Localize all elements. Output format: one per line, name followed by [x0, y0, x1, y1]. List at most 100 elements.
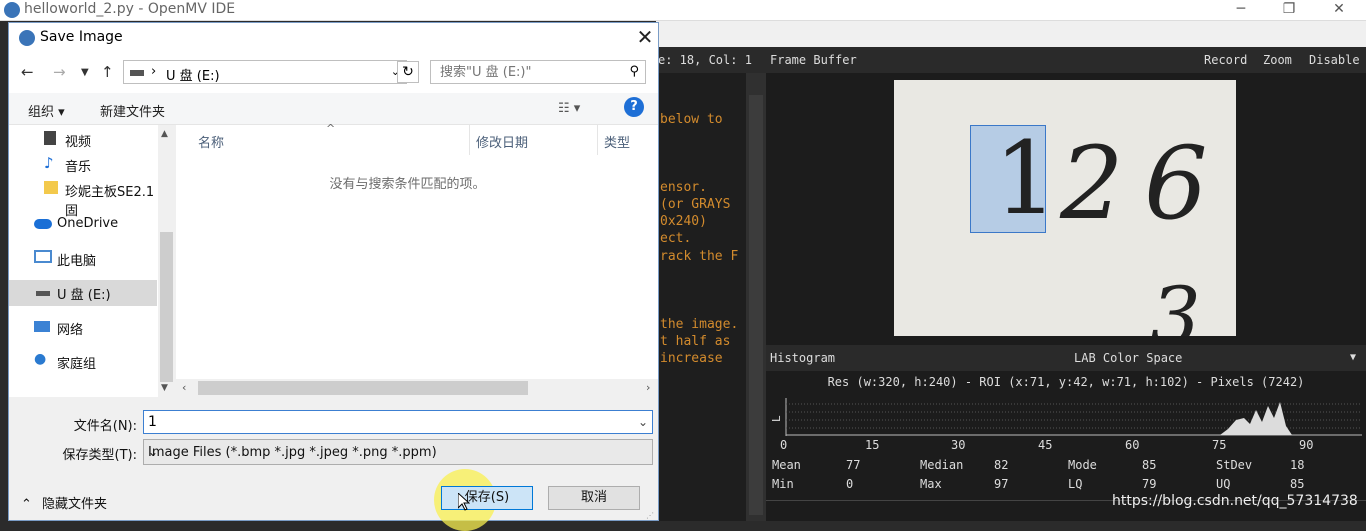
frame-buffer-header: Frame Buffer Record Zoom Disable: [766, 47, 1366, 73]
watermark-text: https://blog.csdn.net/qq_57314738: [1112, 493, 1358, 509]
histogram-title: Histogram: [770, 351, 836, 365]
stat-value: 85: [1290, 477, 1305, 491]
search-input[interactable]: [431, 61, 621, 83]
homegroup-icon: ●: [34, 351, 47, 367]
stat-value: 97: [994, 477, 1009, 491]
digit-text: 6: [1144, 125, 1208, 242]
stat-label: Mode: [1068, 458, 1097, 472]
axis-tick: 60: [1125, 438, 1140, 452]
openmv-logo-icon: [19, 30, 35, 46]
chevron-down-icon[interactable]: ⌄: [148, 445, 648, 459]
close-icon[interactable]: ✕: [633, 25, 657, 49]
filename-input[interactable]: [144, 411, 632, 433]
filename-field[interactable]: ⌄: [143, 410, 653, 434]
axis-tick: 90: [1299, 438, 1314, 452]
search-icon[interactable]: ⚲: [629, 64, 639, 79]
digit-text: 1: [994, 120, 1058, 237]
scroll-left-icon[interactable]: ‹: [182, 381, 186, 394]
view-options-icon[interactable]: ☷ ▾: [558, 101, 580, 116]
stat-value: 77: [846, 458, 861, 472]
histogram-header: Histogram LAB Color Space ▼: [766, 345, 1366, 371]
stat-value: 79: [1142, 477, 1157, 491]
navigation-scrollbar[interactable]: ▲ ▼: [158, 125, 175, 397]
horizontal-scrollbar[interactable]: ‹ ›: [176, 379, 658, 397]
scroll-up-icon[interactable]: ▲: [161, 129, 168, 139]
organize-menu[interactable]: 组织 ▾: [28, 101, 65, 120]
nav-item-label: 此电脑: [57, 254, 97, 269]
nav-item-folder[interactable]: 珍妮主板SE2.1固: [9, 177, 157, 219]
forward-arrow-icon[interactable]: →: [53, 63, 66, 81]
breadcrumb-separator-icon: ›: [151, 64, 157, 79]
nav-item-music[interactable]: ♪ 音乐: [9, 152, 157, 176]
histogram-chart: L: [770, 398, 1362, 436]
resolution-info: Res (w:320, h:240) - ROI (x:71, y:42, w:…: [827, 375, 1305, 389]
code-line: ect.: [660, 231, 692, 246]
filetype-select[interactable]: Image Files (*.bmp *.jpg *.jpeg *.png *.…: [143, 439, 653, 465]
column-header-name[interactable]: 名称: [198, 125, 224, 155]
nav-item-label: OneDrive: [57, 216, 119, 231]
code-line: rack the F: [660, 249, 739, 264]
drive-icon: [130, 70, 144, 76]
refresh-icon[interactable]: ↻: [397, 61, 419, 83]
back-arrow-icon[interactable]: ←: [21, 63, 34, 81]
new-folder-button[interactable]: 新建文件夹: [100, 101, 165, 120]
scroll-down-icon[interactable]: ▼: [161, 383, 168, 393]
record-button[interactable]: Record: [1204, 53, 1247, 67]
chevron-down-icon[interactable]: ⌄: [638, 415, 648, 429]
breadcrumb[interactable]: U 盘 (E:): [166, 65, 220, 84]
sort-ascending-icon: ^: [326, 122, 336, 135]
save-button[interactable]: 保存(S): [441, 486, 533, 510]
hide-folders-label: 隐藏文件夹: [42, 497, 108, 512]
computer-icon: [34, 250, 52, 263]
file-list[interactable]: 名称 ^ 修改日期 类型 没有与搜索条件匹配的项。: [176, 122, 658, 397]
maximize-button[interactable]: ❐: [1266, 0, 1312, 21]
close-window-button[interactable]: ✕: [1316, 0, 1362, 21]
disable-button[interactable]: Disable: [1309, 53, 1360, 67]
color-space-select[interactable]: LAB Color Space: [1074, 351, 1182, 365]
filetype-label: 保存类型(T):: [62, 448, 137, 463]
zoom-button[interactable]: Zoom: [1263, 53, 1292, 67]
scroll-right-icon[interactable]: ›: [646, 381, 650, 394]
minimize-button[interactable]: ─: [1218, 0, 1264, 21]
code-line: ensor.: [660, 180, 707, 195]
column-header-type[interactable]: 类型: [604, 125, 630, 155]
stat-label: LQ: [1068, 477, 1083, 491]
axis-tick: 45: [1038, 438, 1053, 452]
address-bar[interactable]: › U 盘 (E:) ⌄: [123, 60, 407, 84]
stat-label: Mean: [772, 458, 801, 472]
stat-value: 0: [846, 477, 854, 491]
help-icon[interactable]: ?: [624, 97, 644, 117]
stat-label: StDev: [1216, 458, 1253, 472]
search-box[interactable]: ⚲: [430, 60, 646, 84]
column-header-date[interactable]: 修改日期: [476, 125, 528, 155]
hide-folders-toggle[interactable]: ⌃ 隐藏文件夹: [21, 493, 107, 512]
nav-item-label: 视频: [65, 135, 92, 150]
drive-icon: [36, 291, 50, 296]
nav-item-label: 音乐: [65, 160, 92, 175]
histogram-curve: [1220, 402, 1292, 435]
nav-item-usb-drive[interactable]: U 盘 (E:): [9, 280, 157, 306]
stat-label: UQ: [1216, 477, 1231, 491]
axis-tick: 15: [865, 438, 880, 452]
digit-text: 3: [1150, 270, 1201, 336]
editor-scrollbar[interactable]: [746, 73, 766, 521]
nav-item-videos[interactable]: 视频: [9, 127, 157, 151]
recent-locations-chevron-icon[interactable]: ▼: [81, 67, 89, 78]
empty-message: 没有与搜索条件匹配的项。: [329, 177, 486, 192]
dialog-titlebar: Save Image ✕: [9, 23, 658, 53]
cancel-button[interactable]: 取消: [548, 486, 640, 510]
nav-item-homegroup[interactable]: ● 家庭组: [9, 349, 157, 373]
up-arrow-icon[interactable]: ↑: [101, 63, 114, 81]
ide-toolbar-band: [656, 21, 1366, 47]
chevron-down-icon[interactable]: ▼: [1350, 352, 1356, 363]
nav-item-this-pc[interactable]: 此电脑: [9, 246, 157, 270]
resize-grip-icon[interactable]: ⋰: [646, 511, 656, 520]
camera-frame[interactable]: 1 2 6 3: [894, 80, 1236, 336]
command-bar: 组织 ▾ 新建文件夹 ☷ ▾ ?: [9, 93, 658, 125]
cursor-position: e: 18, Col: 1: [656, 47, 766, 73]
video-icon: [44, 131, 56, 145]
frame-buffer-title: Frame Buffer: [770, 53, 857, 67]
nav-item-onedrive[interactable]: OneDrive: [9, 212, 157, 236]
nav-item-network[interactable]: 网络: [9, 315, 157, 339]
nav-item-label: 家庭组: [57, 357, 97, 372]
